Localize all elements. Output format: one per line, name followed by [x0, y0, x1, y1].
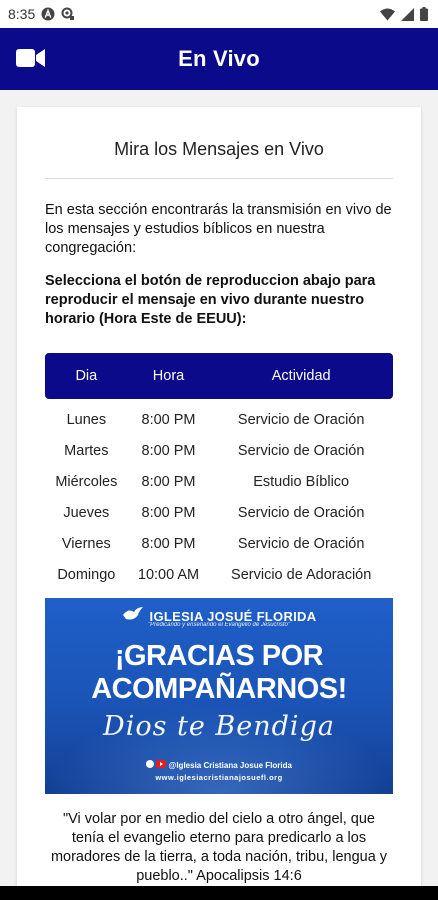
app-bar: En Vivo: [0, 28, 438, 90]
cell-day: Miércoles: [55, 473, 118, 490]
status-time: 8:35: [8, 6, 36, 22]
wifi-icon: [380, 8, 395, 21]
app-a-icon: [41, 7, 55, 21]
thanks-heading: ¡GRACIAS POR ACOMPAÑARNOS!: [45, 640, 393, 706]
table-row: Domingo 10:00 AM Servicio de Adoración: [45, 559, 393, 590]
website-text: www.iglesiacristianajosuefl.org: [155, 773, 283, 782]
facebook-icon: [146, 760, 156, 770]
social-handle-text: @Iglesia Cristiana Josue Florida: [168, 761, 292, 770]
thanks-line-2: ACOMPAÑARNOS!: [91, 673, 347, 705]
youtube-icon: [156, 760, 168, 770]
cell-activity: Estudio Bíblico: [253, 473, 350, 490]
cell-activity: Servicio de Oración: [237, 411, 365, 428]
cell-day: Martes: [64, 442, 109, 459]
battery-icon: [420, 7, 428, 21]
cell-time: 8:00 PM: [141, 535, 196, 552]
table-row: Viernes 8:00 PM Servicio de Oración: [45, 528, 393, 559]
status-bar: 8:35: [0, 0, 438, 28]
cell-activity: Servicio de Oración: [237, 504, 365, 521]
signal-icon: [401, 7, 414, 21]
cell-activity: Servicio de Oración: [237, 442, 365, 459]
table-row: Martes 8:00 PM Servicio de Oración: [45, 435, 393, 466]
cell-time: 10:00 AM: [137, 566, 200, 583]
system-nav-bar: [0, 886, 438, 900]
cell-activity: Servicio de Oración: [237, 535, 365, 552]
brand-tagline: "Predicando y enseñando el Evangelio de …: [147, 622, 291, 628]
bible-verse: "Vi volar por en medio del cielo a otro …: [50, 811, 388, 884]
thanks-line-1: ¡GRACIAS POR: [114, 640, 324, 672]
intro-text: En esta sección encontrarás la transmisi…: [45, 202, 392, 256]
table-row: Jueves 8:00 PM Servicio de Oración: [45, 497, 393, 528]
blessing-script: Dios te Bendiga: [103, 711, 335, 742]
settings-badge-icon: [61, 7, 75, 21]
card-title: Mira los Mensajes en Vivo: [45, 139, 393, 179]
cell-day: Domingo: [57, 566, 116, 583]
thanks-banner-image: IGLESIA JOSUÉ FLORIDA "Predicando y ense…: [45, 598, 393, 794]
cell-time: 8:00 PM: [141, 504, 196, 521]
cell-day: Lunes: [66, 411, 107, 428]
header-dia: Dia: [45, 353, 128, 399]
header-actividad: Actividad: [209, 353, 393, 399]
page-title: En Vivo: [178, 46, 260, 71]
table-row: Miércoles 8:00 PM Estudio Bíblico: [45, 466, 393, 497]
video-camera-icon[interactable]: [16, 47, 46, 74]
instruction-text: Selecciona el botón de reproduccion abaj…: [45, 273, 376, 327]
cell-activity: Servicio de Adoración: [231, 566, 372, 583]
social-handle: @Iglesia Cristiana Josue Florida: [45, 760, 393, 770]
cell-time: 8:00 PM: [141, 411, 196, 428]
cell-time: 8:00 PM: [141, 442, 196, 459]
live-info-card: Mira los Mensajes en Vivo En esta secció…: [17, 107, 421, 887]
schedule-table: Dia Hora Actividad Lunes 8:00 PM Servici…: [45, 353, 393, 590]
schedule-header-row: Dia Hora Actividad: [45, 353, 393, 399]
table-row: Lunes 8:00 PM Servicio de Oración: [45, 399, 393, 435]
cell-day: Viernes: [61, 535, 111, 552]
cell-time: 8:00 PM: [141, 473, 196, 490]
header-hora: Hora: [127, 353, 210, 399]
cell-day: Jueves: [63, 504, 110, 521]
